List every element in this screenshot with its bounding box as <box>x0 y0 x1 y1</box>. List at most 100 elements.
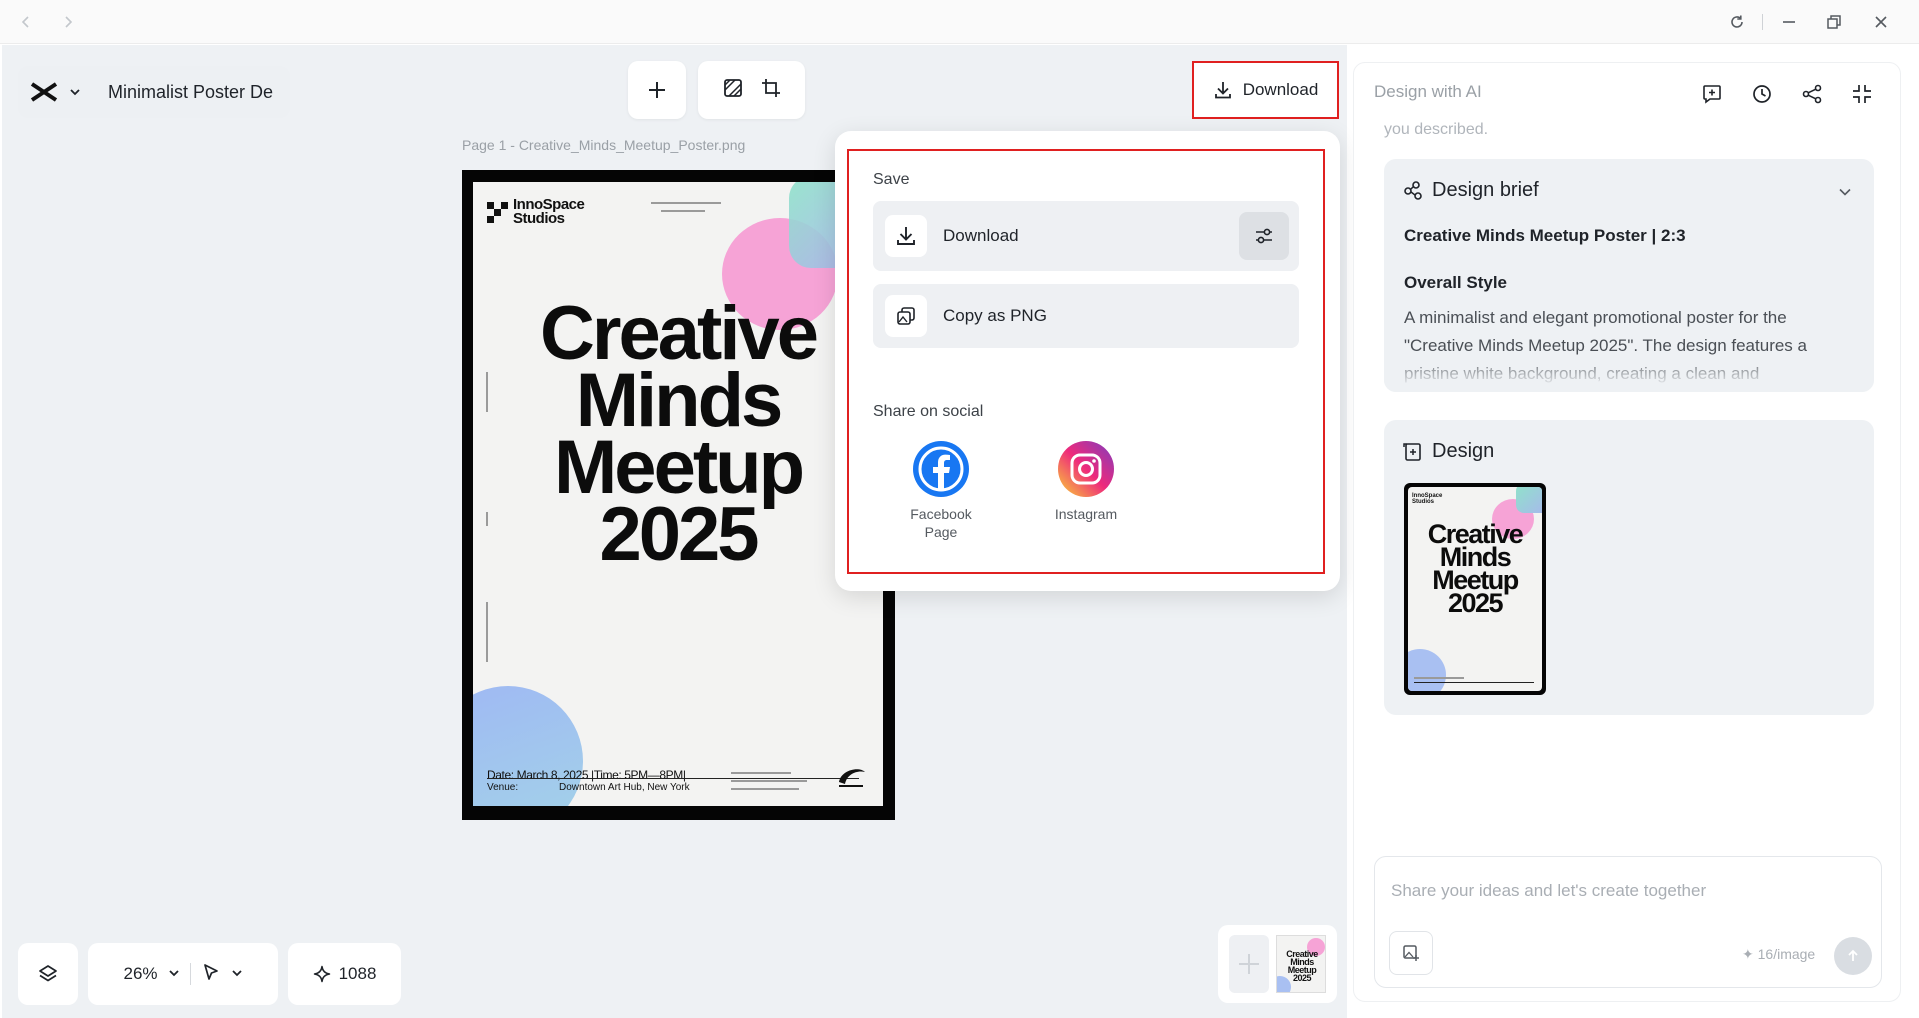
add-page-button[interactable] <box>1229 935 1269 993</box>
title-line-1: Creative <box>540 291 819 376</box>
cost-sparkle-icon: ✦ <box>1742 946 1754 962</box>
copy-as-png-label: Copy as PNG <box>943 306 1047 325</box>
download-option[interactable]: Download <box>873 201 1299 271</box>
sparkle-icon <box>313 965 330 983</box>
facebook-label-1: Facebook <box>910 506 972 522</box>
download-button-label: Download <box>1242 80 1319 99</box>
prompt-input[interactable]: Share your ideas and let's create togeth… <box>1374 856 1882 988</box>
share-heading: Share on social <box>873 403 984 420</box>
poster-date: Date: March 8, 2025 |Time: 5PM—8PM| <box>487 768 686 782</box>
thumb-fine-print <box>1414 677 1464 679</box>
save-heading: Save <box>873 171 910 188</box>
history-icon[interactable] <box>1747 79 1777 109</box>
credits-button[interactable]: 1088 <box>288 943 401 1005</box>
copy-image-icon <box>885 295 927 337</box>
fine-print <box>731 780 807 782</box>
brief-fade <box>1384 354 1874 392</box>
design-thumbnail[interactable]: InnoSpace Studios Creative Minds Meetup … <box>1404 483 1546 695</box>
app-logo-icon <box>28 76 60 108</box>
forward-icon[interactable] <box>56 10 80 34</box>
crop-resize-icon[interactable] <box>760 77 782 104</box>
generation-cost: ✦ 16/image <box>1742 946 1815 963</box>
page-label: Page 1 - Creative_Minds_Meetup_Poster.pn… <box>462 137 746 153</box>
close-icon[interactable] <box>1866 8 1896 36</box>
page-thumbnail[interactable]: Creative Minds Meetup 2025 <box>1276 935 1326 993</box>
sliders-icon <box>1256 228 1272 244</box>
cost-value: 16/image <box>1757 946 1816 962</box>
download-settings-button[interactable] <box>1239 212 1289 260</box>
facebook-icon <box>913 441 969 497</box>
toolbar-divider <box>189 963 191 985</box>
brand-logo-icon <box>487 202 509 224</box>
fine-print <box>731 772 791 774</box>
brief-nodes-icon <box>1404 180 1422 200</box>
download-option-label: Download <box>943 226 1019 245</box>
zoom-and-pointer-controls: 26% <box>88 943 278 1005</box>
layers-button[interactable] <box>18 943 78 1005</box>
title-bar <box>0 0 1919 44</box>
pointer-icon[interactable] <box>201 962 221 987</box>
design-header: Design <box>1402 440 1494 463</box>
add-element-button[interactable] <box>628 61 686 119</box>
brief-style-heading: Overall Style <box>1404 273 1508 292</box>
facebook-label-2: Page <box>924 524 958 540</box>
prompt-placeholder: Share your ideas and let's create togeth… <box>1391 881 1707 900</box>
zoom-level[interactable]: 26% <box>123 964 157 984</box>
title-line-3: Meetup <box>554 425 805 510</box>
share-instagram[interactable]: Instagram <box>1036 441 1136 523</box>
download-button[interactable]: Download <box>1192 61 1339 119</box>
ai-panel-title: Design with AI <box>1374 82 1482 101</box>
poster-canvas[interactable]: InnoSpace Studios Creative Minds Meetup … <box>462 170 895 820</box>
chevron-down-icon[interactable] <box>64 81 86 103</box>
design-brief-card[interactable]: Design brief Creative Minds Meetup Poste… <box>1384 159 1874 392</box>
restore-icon[interactable] <box>1819 8 1849 36</box>
title-line-2: Minds <box>575 358 784 443</box>
thumb-brand: InnoSpace Studios <box>1412 493 1442 505</box>
copy-as-png-option[interactable]: Copy as PNG <box>873 284 1299 348</box>
pointer-chevron-icon[interactable] <box>231 964 243 984</box>
plus-icon <box>649 82 665 98</box>
design-brief-header: Design brief <box>1402 179 1539 202</box>
project-name[interactable]: Minimalist Poster De <box>108 82 273 103</box>
sponsor-logo-icon <box>835 764 867 795</box>
thumb-blue-circle <box>1408 649 1446 691</box>
thumb-teal-shape <box>1516 487 1542 513</box>
project-menu[interactable]: Minimalist Poster De <box>18 66 290 118</box>
title-separator <box>1762 14 1763 30</box>
fine-print <box>651 202 721 204</box>
send-button[interactable] <box>1834 937 1872 975</box>
brief-subtitle: Creative Minds Meetup Poster | 2:3 <box>1404 226 1686 245</box>
reload-icon[interactable] <box>1722 8 1752 36</box>
share-icon[interactable] <box>1797 79 1827 109</box>
zoom-chevron-icon[interactable] <box>168 964 180 984</box>
new-chat-icon[interactable] <box>1697 79 1727 109</box>
poster-venue: Downtown Art Hub, New York <box>559 782 690 793</box>
minimize-icon[interactable] <box>1774 8 1804 36</box>
pages-panel: Creative Minds Meetup 2025 <box>1218 925 1337 1003</box>
instagram-icon <box>1058 441 1114 497</box>
arrow-up-icon <box>1848 949 1858 961</box>
thumb-title: Creative Minds Meetup 2025 <box>1408 521 1542 618</box>
poster-brand: InnoSpace Studios <box>513 197 585 226</box>
share-facebook[interactable]: Facebook Page <box>891 441 991 541</box>
plus-icon <box>1239 954 1259 974</box>
instagram-label: Instagram <box>1054 506 1118 522</box>
fine-print <box>731 788 799 790</box>
side-text <box>486 602 488 662</box>
add-image-icon <box>1403 945 1419 961</box>
attach-image-button[interactable] <box>1389 931 1433 975</box>
background-pattern-icon[interactable] <box>722 77 744 104</box>
thumb-title-4: 2025 <box>1447 588 1504 618</box>
thumb-rule <box>1414 682 1534 683</box>
back-icon[interactable] <box>14 10 38 34</box>
download-icon <box>885 215 927 257</box>
poster-artwork: InnoSpace Studios Creative Minds Meetup … <box>473 182 883 806</box>
collapse-panel-icon[interactable] <box>1847 79 1877 109</box>
thumb-brand-2: Studios <box>1412 499 1434 505</box>
credits-count: 1088 <box>338 964 377 983</box>
fine-print <box>661 210 705 212</box>
thumb-title: Creative Minds Meetup 2025 <box>1279 950 1325 983</box>
poster-title: Creative Minds Meetup 2025 <box>473 291 883 573</box>
ai-panel: Design with AI you described. Design bri… <box>1353 62 1901 1002</box>
chevron-down-icon[interactable] <box>1834 181 1856 203</box>
